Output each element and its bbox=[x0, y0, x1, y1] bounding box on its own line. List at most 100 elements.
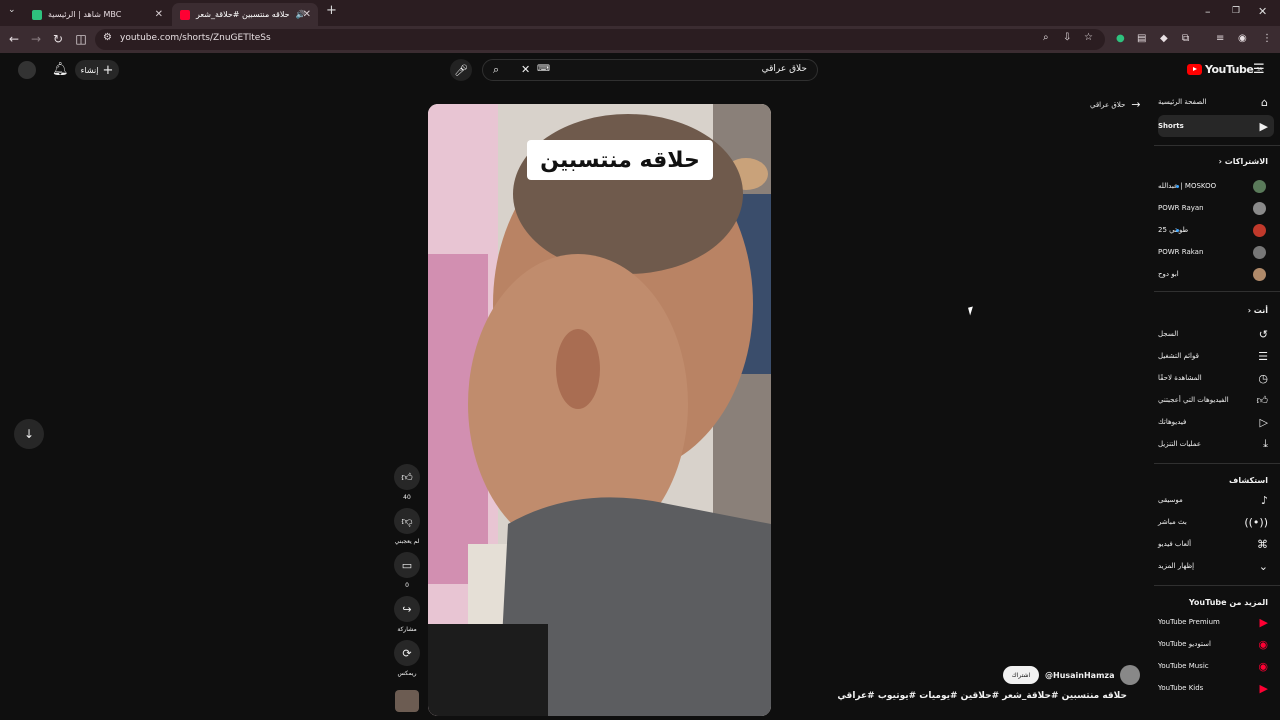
youtube-play-icon bbox=[1187, 64, 1202, 75]
dislike-button[interactable]: 👎︎ bbox=[394, 508, 420, 534]
sidebar-item-label: POWR Rakan bbox=[1158, 248, 1204, 256]
sidebar-item-label: عمليات التنزيل bbox=[1158, 440, 1202, 448]
search-box[interactable]: ⌕ ✕ ⌨ حلاق عراقي bbox=[482, 59, 818, 81]
sidebar-item-label: إظهار المزيد bbox=[1158, 562, 1195, 570]
browser-menu-icon[interactable]: ⋮ bbox=[1262, 33, 1272, 44]
sidebar-item-live[interactable]: بث مباشر ((•)) bbox=[1158, 511, 1280, 533]
extension-green-icon[interactable]: ● bbox=[1116, 33, 1125, 44]
sidebar-item-label: قوائم التشغيل bbox=[1158, 352, 1199, 360]
search-icon[interactable]: ⌕ bbox=[493, 63, 499, 77]
sidebar-item-playlists[interactable]: قوائم التشغيل ☰ bbox=[1158, 345, 1280, 367]
search-input[interactable]: حلاق عراقي bbox=[762, 64, 807, 74]
forward-arrow-icon[interactable]: → bbox=[28, 32, 44, 46]
mouse-cursor bbox=[968, 306, 975, 316]
extension-icon[interactable]: ▤ bbox=[1137, 33, 1146, 44]
share-label: مشاركة bbox=[397, 626, 417, 633]
sound-thumbnail[interactable] bbox=[395, 690, 419, 712]
history-icon: ↺ bbox=[1258, 327, 1268, 341]
media-icon[interactable]: ≡ bbox=[1216, 33, 1224, 44]
video-frame bbox=[428, 104, 771, 716]
sidebar-item-your-videos[interactable]: فيديوهاتك ▷ bbox=[1158, 411, 1280, 433]
tab-search-icon[interactable]: ⌄ bbox=[8, 5, 16, 15]
channel-avatar bbox=[1253, 201, 1266, 215]
sidebar-item-channel[interactable]: طوبتي 25 bbox=[1158, 219, 1280, 241]
remix-label: ريمكس bbox=[397, 670, 417, 677]
dislike-label: لم يعجبني bbox=[394, 538, 420, 545]
sidebar-item-channel[interactable]: POWR Rakan bbox=[1158, 241, 1280, 263]
install-icon[interactable]: ⇩ bbox=[1063, 32, 1071, 43]
bookmark-star-icon[interactable]: ☆ bbox=[1084, 32, 1093, 43]
sidebar-item-music[interactable]: موسيقى ♪ bbox=[1158, 489, 1280, 511]
sidebar-item-youtube-kids[interactable]: YouTube Kids ▶ bbox=[1158, 677, 1280, 699]
maximize-icon[interactable]: ❐ bbox=[1232, 6, 1240, 16]
sidebar-item-show-more[interactable]: إظهار المزيد ⌄ bbox=[1158, 555, 1280, 577]
sidebar-item-channel[interactable]: MOSKOO | عبدالله bbox=[1158, 175, 1280, 197]
sidebar-item-label: طوبتي 25 bbox=[1158, 226, 1188, 234]
sidebar-item-channel[interactable]: POWR Rayan bbox=[1158, 197, 1280, 219]
sidebar-item-channel[interactable]: ابو دوح bbox=[1158, 263, 1280, 285]
sidebar-item-label: استوديو YouTube bbox=[1158, 640, 1211, 648]
omnibox[interactable]: ⚙ youtube.com/shorts/ZnuGETlteSs ⌕ ⇩ ☆ bbox=[95, 29, 1105, 50]
sidebar-item-liked-videos[interactable]: الفيديوهات التي أعجبتني 👍︎ bbox=[1158, 389, 1280, 411]
sidebar-item-watch-later[interactable]: المشاهدة لاحقًا ◷ bbox=[1158, 367, 1280, 389]
extension-dark-icon[interactable]: ◆ bbox=[1160, 33, 1168, 44]
next-short-button[interactable]: ↓ bbox=[14, 419, 44, 449]
share-button[interactable]: ↪ bbox=[394, 596, 420, 622]
subscriptions-heading[interactable]: الاشتراكات ‹ bbox=[1219, 157, 1268, 166]
remix-button[interactable]: ⟳ bbox=[394, 640, 420, 666]
sidebar-item-shorts[interactable]: Shorts ▶ bbox=[1158, 115, 1274, 137]
sidebar-item-gaming[interactable]: ألعاب فيديو ⌘ bbox=[1158, 533, 1280, 555]
sidebar-item-youtube-studio[interactable]: استوديو YouTube ◉ bbox=[1158, 633, 1280, 655]
minimize-icon[interactable]: – bbox=[1205, 5, 1211, 18]
window-close-icon[interactable]: ✕ bbox=[1258, 5, 1267, 18]
close-icon[interactable]: ✕ bbox=[155, 9, 163, 20]
profile-avatar-icon[interactable]: ◉ bbox=[1238, 33, 1247, 44]
short-video-player[interactable]: حلاقه منتسبين bbox=[428, 104, 771, 716]
youtube-logo[interactable]: YouTube SA bbox=[1187, 63, 1262, 76]
sidebar-item-label: ألعاب فيديو bbox=[1158, 540, 1192, 548]
sidebar-item-history[interactable]: السجل ↺ bbox=[1158, 323, 1280, 345]
tab-mbc[interactable]: شاهد | الرئيسية MBC ✕ bbox=[24, 3, 170, 26]
guide-sidebar: الصفحة الرئيسية ⌂ Shorts ▶ الاشتراكات ‹ … bbox=[1150, 91, 1280, 711]
back-link-label: حلاق عراقي bbox=[1090, 100, 1126, 109]
divider bbox=[1154, 585, 1280, 586]
new-content-dot bbox=[1176, 228, 1179, 232]
comment-icon: ▭ bbox=[401, 558, 413, 572]
channel-name[interactable]: @HusainHamza bbox=[1045, 671, 1114, 680]
sidebar-item-youtube-premium[interactable]: YouTube Premium ▶ bbox=[1158, 611, 1280, 633]
sidebar-item-label: POWR Rayan bbox=[1158, 204, 1204, 212]
subscribe-button[interactable]: اشتراك bbox=[1003, 666, 1039, 684]
chevron-down-icon: ⌄ bbox=[1258, 559, 1268, 573]
reload-icon[interactable]: ↻ bbox=[50, 32, 66, 46]
like-button[interactable]: 👍︎ bbox=[394, 464, 420, 490]
tab-title: حلاقه منتسبين #حلاقة_شعر bbox=[196, 10, 290, 19]
clear-search-icon[interactable]: ✕ bbox=[521, 63, 530, 76]
comments-button[interactable]: ▭ bbox=[394, 552, 420, 578]
notifications-bell-icon[interactable]: 🔔︎ bbox=[52, 62, 69, 77]
split-view-icon[interactable]: ◫ bbox=[73, 32, 89, 46]
account-avatar[interactable] bbox=[18, 61, 36, 79]
sidebar-item-youtube-music[interactable]: YouTube Music ◉ bbox=[1158, 655, 1280, 677]
channel-avatar[interactable] bbox=[1120, 665, 1141, 685]
address-toolbar: ← → ↻ ◫ ⚙ youtube.com/shorts/ZnuGETlteSs… bbox=[0, 26, 1280, 53]
keyboard-icon[interactable]: ⌨ bbox=[537, 64, 550, 74]
sidebar-item-label: YouTube Kids bbox=[1158, 684, 1204, 692]
live-icon: ((•)) bbox=[1244, 515, 1268, 529]
sidebar-item-home[interactable]: الصفحة الرئيسية ⌂ bbox=[1158, 91, 1280, 113]
mic-icon: 🎤︎ bbox=[454, 63, 468, 77]
site-settings-icon[interactable]: ⚙ bbox=[103, 32, 112, 43]
new-tab-button[interactable]: + bbox=[326, 3, 337, 18]
url-text[interactable]: youtube.com/shorts/ZnuGETlteSs bbox=[120, 33, 271, 43]
zoom-icon[interactable]: ⌕ bbox=[1043, 32, 1049, 43]
you-heading[interactable]: أنت ‹ bbox=[1248, 306, 1268, 315]
sidebar-item-downloads[interactable]: عمليات التنزيل ⤓ bbox=[1158, 433, 1280, 455]
video-icon: ▷ bbox=[1259, 415, 1268, 429]
create-button[interactable]: إنشاء + bbox=[75, 60, 119, 80]
close-icon[interactable]: ✕ bbox=[303, 9, 311, 20]
back-arrow-icon[interactable]: ← bbox=[6, 32, 22, 46]
voice-search-button[interactable]: 🎤︎ bbox=[450, 59, 472, 81]
guide-menu-icon[interactable]: ☰ bbox=[1253, 62, 1265, 77]
back-to-search-link[interactable]: → حلاق عراقي bbox=[1090, 98, 1141, 111]
extensions-puzzle-icon[interactable]: ⧉ bbox=[1182, 33, 1189, 44]
tab-youtube[interactable]: حلاقه منتسبين #حلاقة_شعر 🔊 ✕ bbox=[172, 3, 318, 26]
